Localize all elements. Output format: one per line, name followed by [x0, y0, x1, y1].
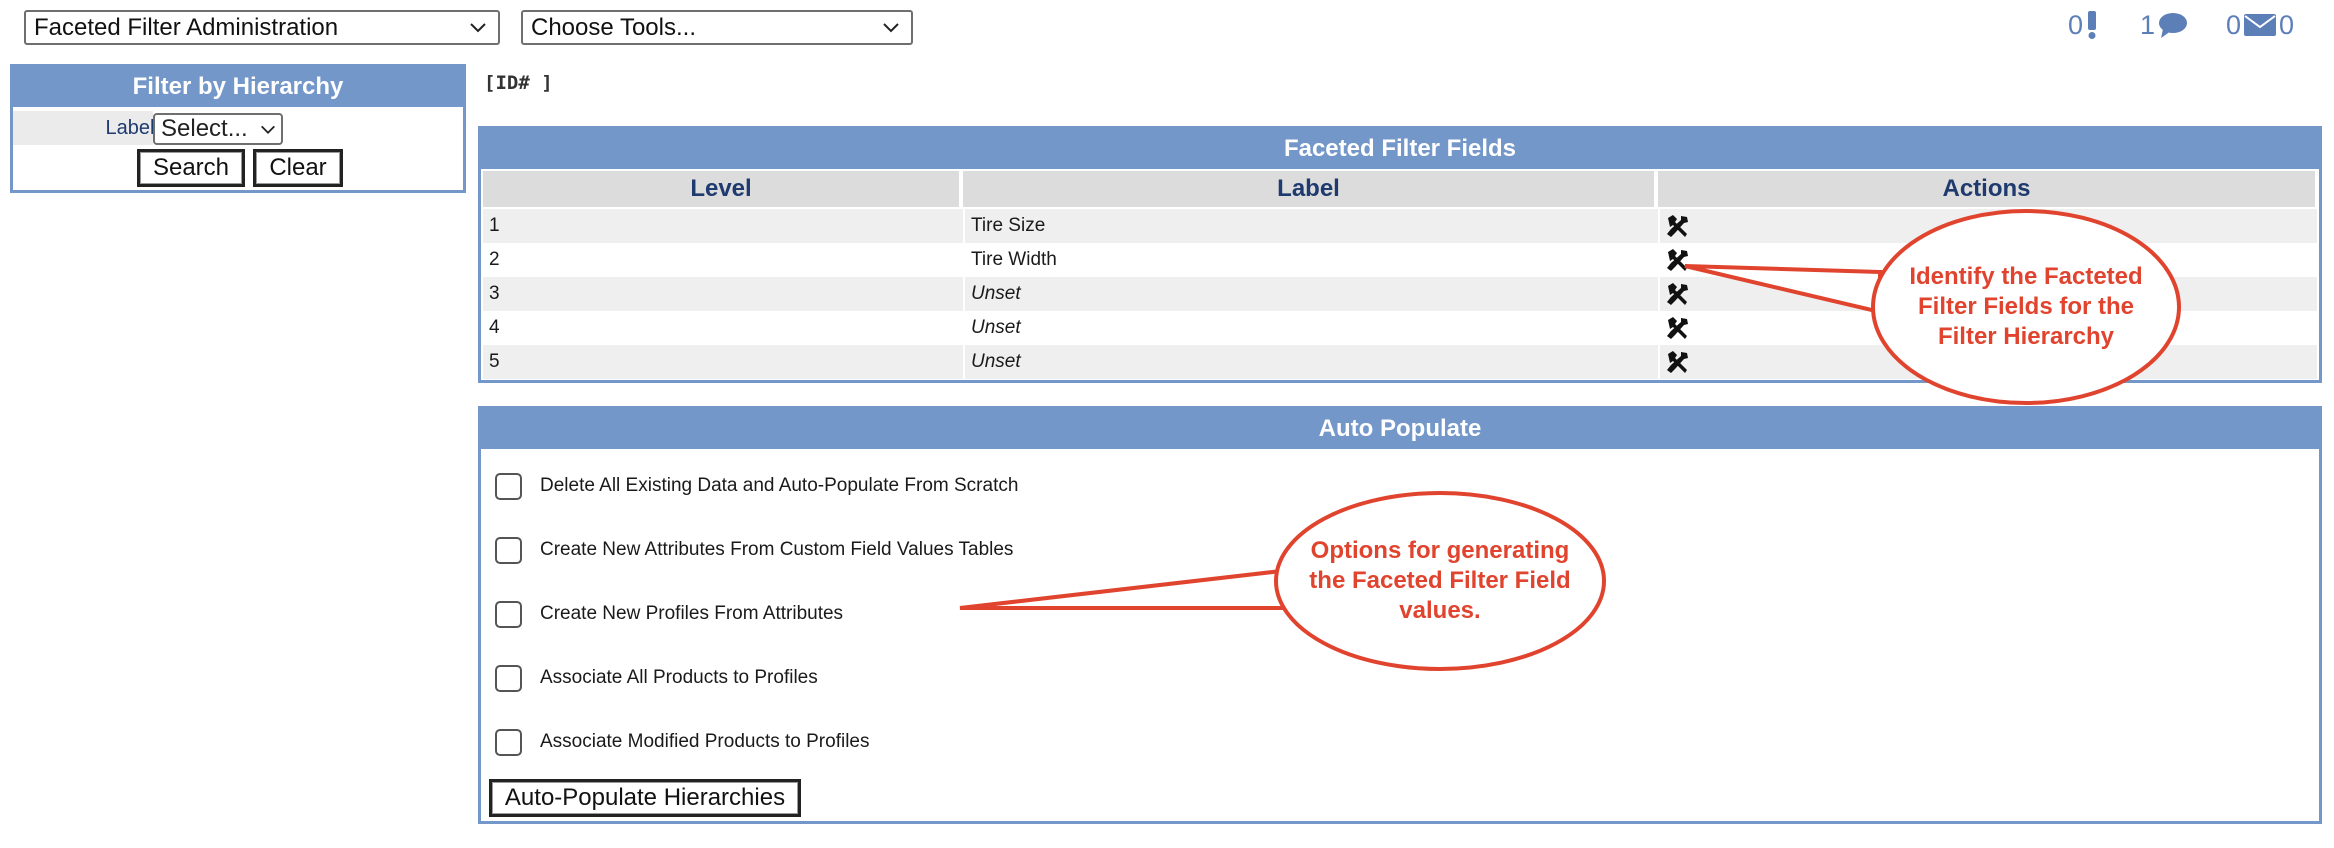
- options-callout-line: values.: [1399, 597, 1481, 624]
- options-callout-text: Options for generating the Faceted Filte…: [1280, 536, 1600, 626]
- fields-callout-pointer: [1684, 264, 1882, 315]
- fields-callout-text: Identify the Facteted Filter Fields for …: [1876, 262, 2176, 352]
- callout-overlay: [959, 209, 2181, 671]
- options-callout-pointer: [959, 567, 1292, 610]
- fields-callout-line: Identify the Facteted: [1909, 263, 2143, 290]
- fields-callout-line: Filter Fields for the: [1917, 293, 2135, 320]
- fields-callout-line: Filter Hierarchy: [1937, 323, 2115, 350]
- options-callout-line: Options for generating: [1310, 537, 1570, 564]
- options-callout-line: the Faceted Filter Field: [1309, 567, 1571, 594]
